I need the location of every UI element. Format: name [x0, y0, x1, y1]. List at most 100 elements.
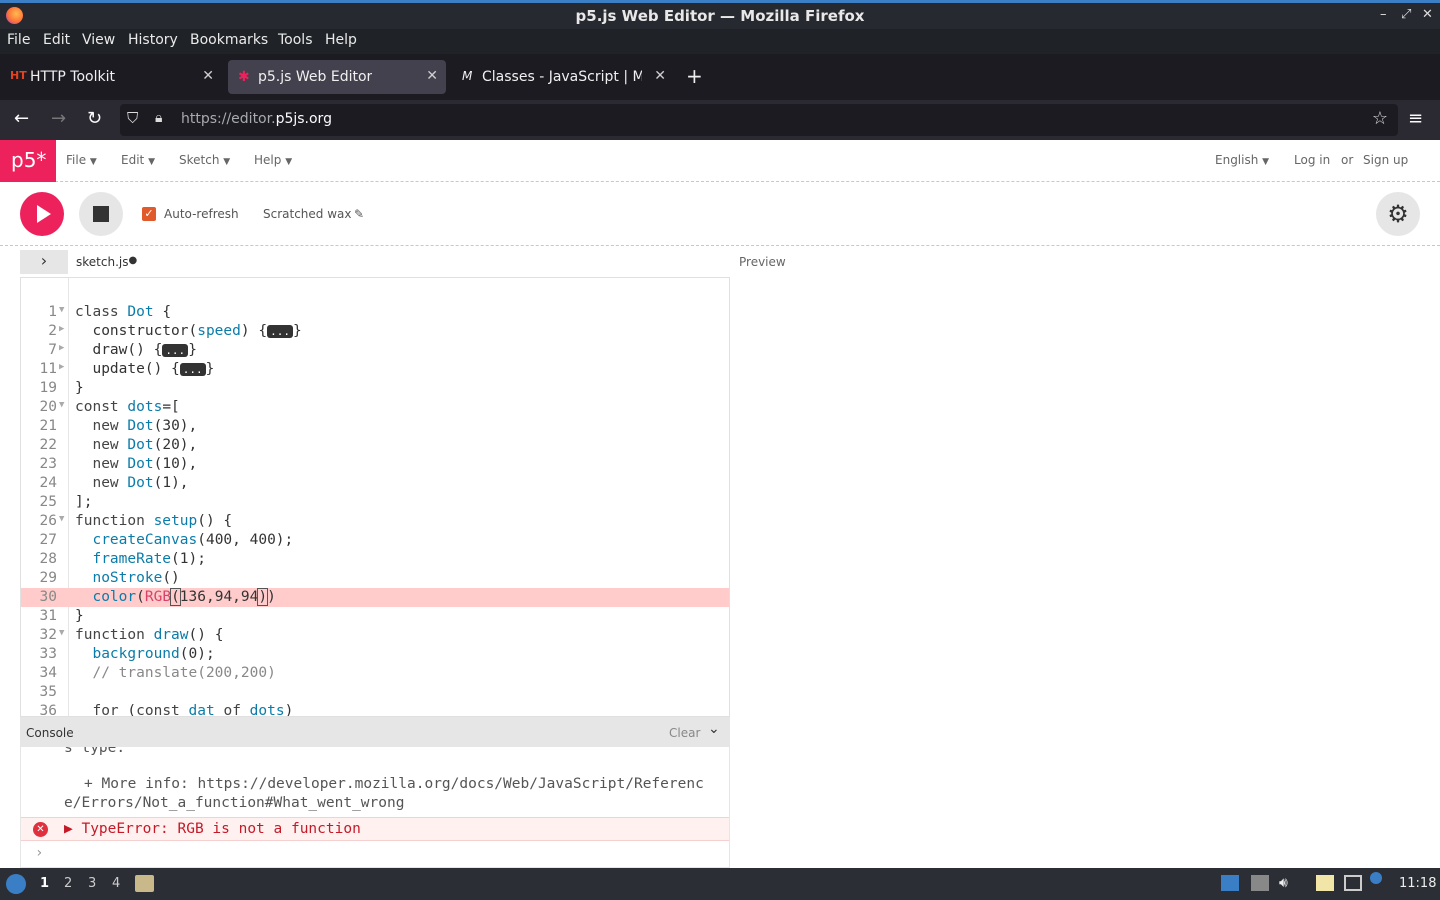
workspace-2[interactable]: 2 — [64, 876, 72, 891]
fold-open-icon[interactable]: ▼ — [59, 628, 64, 638]
url-text[interactable]: https://editor.p5js.org — [181, 111, 332, 127]
code-text[interactable]: } — [75, 380, 84, 396]
code-line[interactable]: 20 ▼ const dots=[ — [21, 398, 729, 417]
notification-icon[interactable] — [1370, 872, 1382, 884]
fold-open-icon[interactable]: ▼ — [59, 514, 64, 524]
code-text[interactable]: for (const dat of dots) — [75, 703, 293, 716]
start-menu-icon[interactable] — [6, 874, 26, 894]
console-error-row[interactable]: ✕ ▶ TypeError: RGB is not a function — [21, 817, 729, 841]
reload-icon[interactable]: ↻ — [87, 108, 102, 129]
code-line[interactable]: 26 ▼ function setup() { — [21, 512, 729, 531]
code-line[interactable]: 1 ▼ class Dot { — [21, 303, 729, 322]
workspace-4[interactable]: 4 — [112, 876, 120, 891]
code-line[interactable]: 11 ▶ update() {...} — [21, 360, 729, 379]
shield-icon[interactable]: ⛉ — [127, 109, 138, 127]
fold-closed-icon[interactable]: ▶ — [59, 324, 64, 334]
menu-bookmarks[interactable]: Bookmarks — [190, 32, 268, 48]
workspace-1[interactable]: 1 — [40, 876, 49, 891]
code-line[interactable]: 34 // translate(200,200) — [21, 664, 729, 683]
lock-icon[interactable]: 🔒︎ — [155, 110, 162, 126]
fold-closed-icon[interactable]: ▶ — [59, 362, 64, 372]
code-text[interactable]: update() {...} — [75, 361, 214, 377]
code-line[interactable]: 28 frameRate(1); — [21, 550, 729, 569]
maximize-icon[interactable]: ⤢ — [1401, 7, 1411, 22]
tab-p5js-editor[interactable]: ✱ p5.js Web Editor ✕ — [228, 60, 446, 94]
console-prompt-icon[interactable]: › — [35, 845, 43, 861]
bookmark-star-icon[interactable]: ☆ — [1372, 108, 1388, 129]
code-text[interactable]: const dots=[ — [75, 399, 180, 415]
code-line[interactable]: 21 new Dot(30), — [21, 417, 729, 436]
stop-button[interactable] — [79, 192, 123, 236]
fold-open-icon[interactable]: ▼ — [59, 305, 64, 315]
code-line[interactable]: 30 color(RGB(136,94,94)) — [21, 588, 729, 607]
language-select[interactable]: English ▼ — [1215, 153, 1269, 167]
fold-open-icon[interactable]: ▼ — [59, 400, 64, 410]
volume-icon[interactable]: 🔊︎ — [1279, 875, 1297, 891]
console-clear-button[interactable]: Clear — [669, 726, 700, 740]
play-button[interactable] — [20, 192, 64, 236]
menu-edit[interactable]: Edit — [43, 32, 70, 48]
code-text[interactable]: new Dot(10), — [75, 456, 197, 472]
close-tab-icon[interactable]: ✕ — [654, 68, 666, 84]
chevron-down-icon[interactable]: ⌄ — [708, 721, 720, 737]
code-text[interactable]: ]; — [75, 494, 92, 510]
new-tab-button[interactable]: + — [686, 64, 703, 88]
code-text[interactable]: function draw() { — [75, 627, 223, 643]
minimize-icon[interactable]: – — [1380, 7, 1387, 22]
p5-menu-file[interactable]: File ▼ — [66, 153, 97, 167]
close-tab-icon[interactable]: ✕ — [426, 68, 438, 84]
file-tab[interactable]: sketch.js● — [76, 255, 137, 269]
code-text[interactable]: new Dot(20), — [75, 437, 197, 453]
p5-menu-sketch[interactable]: Sketch ▼ — [179, 153, 230, 167]
back-icon[interactable]: ← — [14, 108, 29, 129]
code-text[interactable]: frameRate(1); — [75, 551, 206, 567]
code-text[interactable]: class Dot { — [75, 304, 171, 320]
code-line[interactable]: 23 new Dot(10), — [21, 455, 729, 474]
code-text[interactable]: new Dot(1), — [75, 475, 188, 491]
menu-help[interactable]: Help — [325, 32, 357, 48]
autorefresh-label[interactable]: Auto-refresh — [164, 207, 239, 221]
code-text[interactable]: noStroke() — [75, 570, 179, 586]
login-link[interactable]: Log in — [1294, 153, 1330, 167]
code-text[interactable]: constructor(speed) {...} — [75, 323, 301, 339]
file-manager-icon[interactable] — [135, 875, 154, 892]
code-line[interactable]: 7 ▶ draw() {...} — [21, 341, 729, 360]
code-line[interactable]: 35 — [21, 683, 729, 702]
code-line[interactable]: 2 ▶ constructor(speed) {...} — [21, 322, 729, 341]
code-text[interactable]: // translate(200,200) — [75, 665, 275, 681]
code-text[interactable]: color(RGB(136,94,94)) — [75, 588, 276, 606]
notes-icon[interactable] — [1316, 875, 1334, 891]
code-text[interactable]: createCanvas(400, 400); — [75, 532, 293, 548]
clipboard-icon[interactable] — [1251, 875, 1269, 891]
close-window-icon[interactable]: ✕ — [1422, 7, 1433, 22]
code-line[interactable]: 33 background(0); — [21, 645, 729, 664]
settings-gear-icon[interactable]: ⚙ — [1376, 192, 1420, 236]
code-text[interactable]: draw() {...} — [75, 342, 196, 358]
code-line[interactable]: 29 noStroke() — [21, 569, 729, 588]
menu-view[interactable]: View — [82, 32, 115, 48]
tab-mdn-classes[interactable]: M Classes - JavaScript | MD ✕ — [452, 60, 674, 94]
autorefresh-checkbox[interactable]: ✓ — [142, 207, 156, 221]
code-text[interactable]: function setup() { — [75, 513, 232, 529]
code-line[interactable]: 36 for (const dat of dots) — [21, 702, 729, 716]
code-line[interactable]: 32 ▼ function draw() { — [21, 626, 729, 645]
code-line[interactable]: 22 new Dot(20), — [21, 436, 729, 455]
code-line[interactable]: 25]; — [21, 493, 729, 512]
p5-menu-edit[interactable]: Edit ▼ — [121, 153, 155, 167]
menu-tools[interactable]: Tools — [278, 32, 313, 48]
tab-http-toolkit[interactable]: HT HTTP Toolkit ✕ — [0, 60, 222, 94]
sketch-name[interactable]: Scratched wax — [263, 207, 352, 221]
sidebar-toggle-button[interactable]: › — [20, 250, 68, 274]
code-line[interactable]: 31} — [21, 607, 729, 626]
url-bar[interactable]: ⛉ 🔒︎ https://editor.p5js.org ☆ — [120, 104, 1398, 136]
signup-link[interactable]: Sign up — [1363, 153, 1408, 167]
workspace-3[interactable]: 3 — [88, 876, 96, 891]
menu-history[interactable]: History — [128, 32, 178, 48]
forward-icon[interactable]: → — [51, 108, 66, 129]
code-editor[interactable]: 1 ▼ class Dot {2 ▶ constructor(speed) {...}… — [20, 277, 730, 717]
p5-logo[interactable]: p5* — [0, 140, 56, 182]
hamburger-menu-icon[interactable]: ≡ — [1408, 108, 1423, 129]
code-text[interactable]: background(0); — [75, 646, 214, 662]
code-text[interactable]: new Dot(30), — [75, 418, 197, 434]
menu-file[interactable]: File — [7, 32, 30, 48]
